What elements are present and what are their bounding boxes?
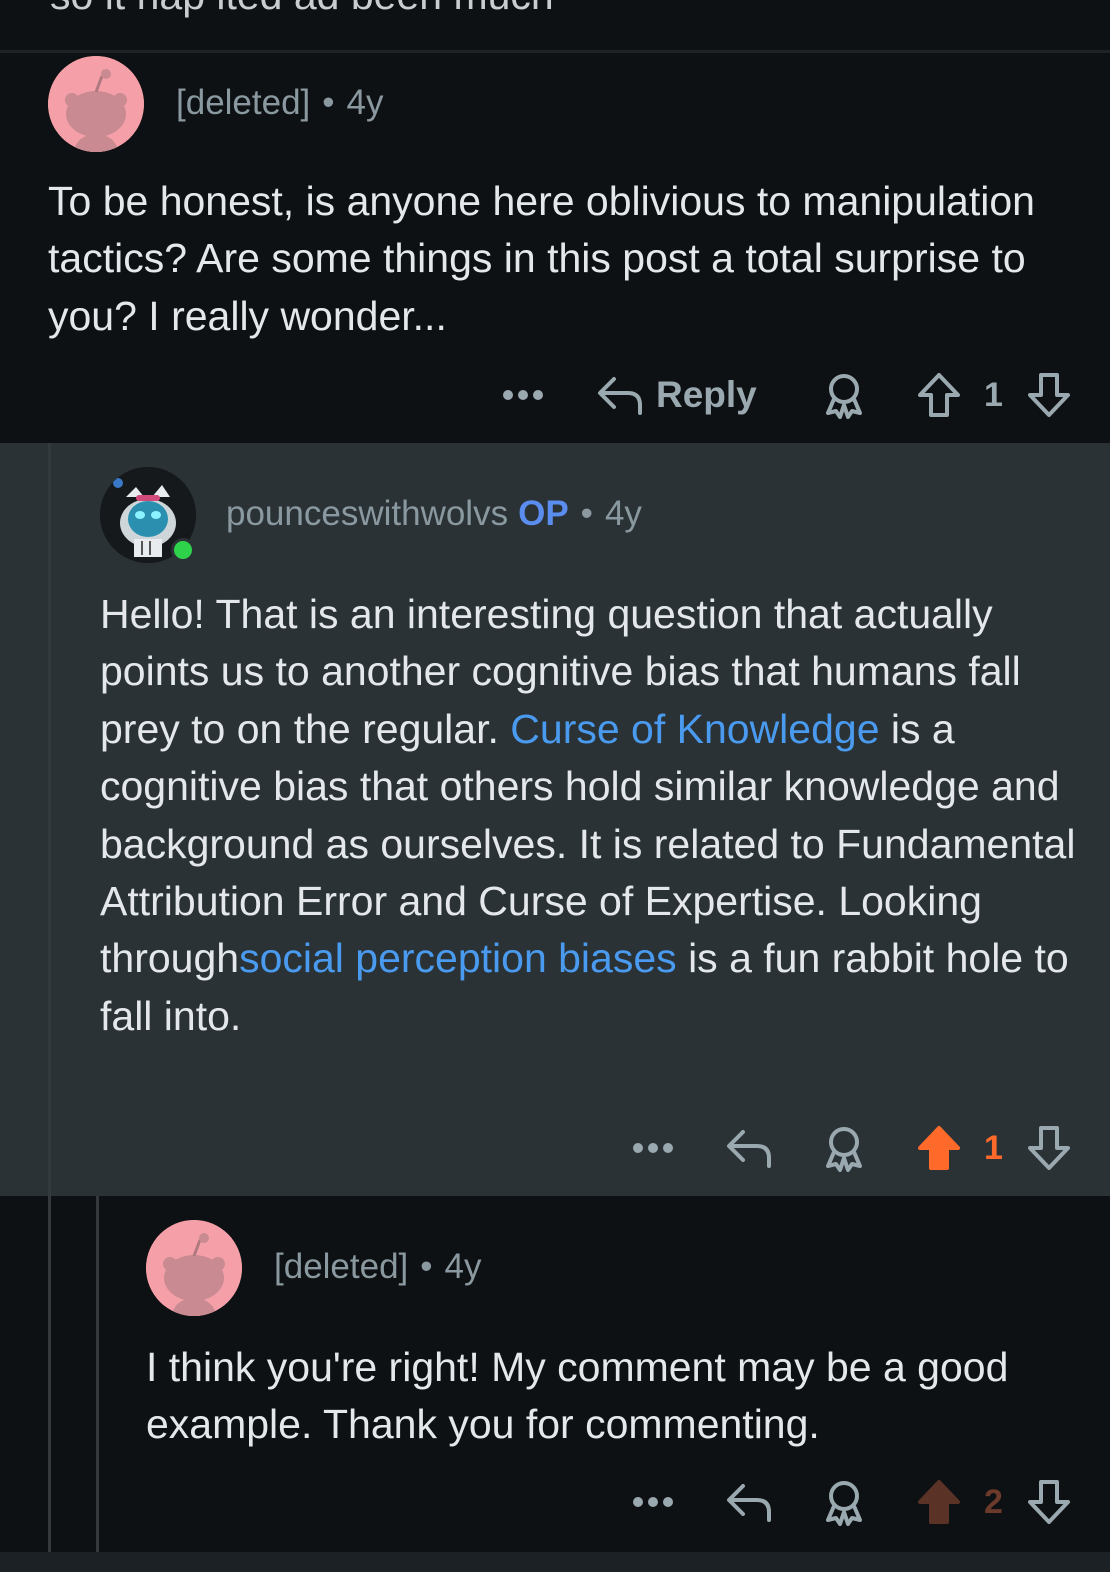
more-button[interactable]: [630, 1472, 676, 1532]
social-perception-biases-link[interactable]: social perception biases: [239, 935, 677, 981]
reply-label: Reply: [656, 374, 757, 415]
previous-comment-fragment: so it hap ited ad been much: [0, 0, 1110, 50]
comment-meta: pounceswithwolvs OP • 4y: [226, 494, 642, 534]
separator: •: [322, 83, 335, 122]
score: 1: [984, 365, 1003, 425]
reply-icon: [598, 377, 642, 415]
username[interactable]: [deleted]: [176, 83, 310, 122]
avatar[interactable]: [146, 1220, 242, 1316]
comment-actions: Reply 1: [0, 365, 1110, 425]
score-value: 2: [984, 1482, 1003, 1521]
reply-icon: [727, 1484, 771, 1522]
reply-button[interactable]: [725, 1118, 775, 1178]
comment-3: [deleted] • 4y I think you're right! My co…: [0, 1196, 1110, 1552]
score: 1: [984, 1118, 1003, 1178]
award-icon: [826, 1481, 862, 1526]
curse-of-knowledge-link[interactable]: Curse of Knowledge: [510, 706, 879, 752]
snoo-avatar-icon: [146, 1220, 242, 1316]
comment-meta: [deleted] • 4y: [274, 1247, 482, 1287]
bottom-bar: [0, 1552, 1110, 1572]
reply-button[interactable]: Reply: [596, 365, 757, 425]
award-button[interactable]: [820, 1472, 868, 1532]
reply-icon: [727, 1130, 771, 1168]
comment-1: [deleted] • 4y To be honest, is anyone her…: [0, 53, 1110, 443]
more-icon: [633, 1497, 673, 1507]
upvote-button[interactable]: [916, 365, 962, 425]
more-button[interactable]: [630, 1118, 676, 1178]
thread-line[interactable]: [48, 443, 51, 1196]
score: 2: [984, 1472, 1003, 1532]
snoo-avatar-icon: [48, 56, 144, 152]
separator: •: [420, 1247, 433, 1286]
downvote-icon: [1028, 1126, 1070, 1170]
username[interactable]: [deleted]: [274, 1247, 408, 1286]
timestamp: 4y: [444, 1247, 482, 1286]
downvote-icon: [1028, 373, 1070, 417]
more-button[interactable]: [500, 365, 546, 425]
award-button[interactable]: [820, 1118, 868, 1178]
separator: •: [580, 494, 593, 533]
upvote-icon: [918, 1126, 960, 1170]
comment-body: I think you're right! My comment may be …: [146, 1344, 1009, 1448]
more-icon: [503, 390, 543, 400]
downvote-icon: [1028, 1480, 1070, 1524]
award-button[interactable]: [820, 365, 868, 425]
comment-actions: 2: [0, 1472, 1110, 1532]
upvote-button[interactable]: [916, 1472, 962, 1532]
upvote-button[interactable]: [916, 1118, 962, 1178]
downvote-button[interactable]: [1026, 365, 1072, 425]
comment-2: pounceswithwolvs OP • 4y Hello! That is an …: [0, 443, 1110, 1196]
comment-body: To be honest, is anyone here oblivious t…: [48, 178, 1035, 339]
downvote-button[interactable]: [1026, 1118, 1072, 1178]
score-value: 1: [984, 375, 1003, 414]
op-badge: OP: [518, 494, 569, 533]
upvote-icon: [918, 1480, 960, 1524]
upvote-icon: [918, 373, 960, 417]
username[interactable]: pounceswithwolvs: [226, 494, 508, 533]
score-value: 1: [984, 1128, 1003, 1167]
comment-meta: [deleted] • 4y: [176, 83, 384, 123]
reply-button[interactable]: [725, 1472, 775, 1532]
downvote-button[interactable]: [1026, 1472, 1072, 1532]
avatar[interactable]: [48, 56, 144, 152]
comment-actions: 1: [0, 1118, 1110, 1178]
award-icon: [826, 1127, 862, 1172]
online-status-indicator: [171, 538, 195, 562]
award-icon: [826, 374, 862, 419]
more-icon: [633, 1143, 673, 1153]
timestamp: 4y: [346, 83, 384, 122]
comment-body: Hello! That is an interesting question t…: [100, 586, 1085, 1045]
timestamp: 4y: [604, 494, 642, 533]
previous-comment-text: so it hap ited ad been much: [50, 0, 554, 19]
